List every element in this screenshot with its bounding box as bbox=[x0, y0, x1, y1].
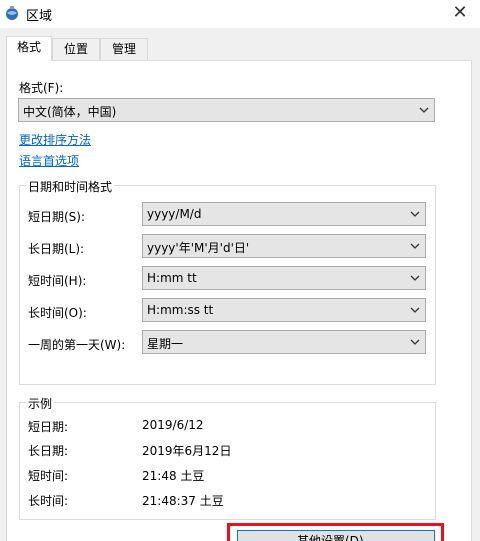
tab-administrative[interactable]: 管理 bbox=[100, 38, 148, 60]
short-date-value: yyyy/M/d bbox=[147, 207, 202, 221]
example-long-time-label: 长时间: bbox=[28, 494, 69, 508]
short-date-select[interactable]: yyyy/M/d bbox=[142, 202, 426, 226]
first-day-of-week-value: 星期一 bbox=[147, 337, 184, 351]
highlight-box bbox=[227, 523, 444, 541]
datetime-group-title: 日期和时间格式 bbox=[26, 178, 115, 195]
example-short-date-value: 2019/6/12 bbox=[142, 418, 204, 432]
long-date-select[interactable]: yyyy'年'M'月'd'日' bbox=[142, 234, 426, 258]
format-select[interactable]: 中文(简体，中国) bbox=[18, 98, 435, 122]
example-short-time-label: 短时间: bbox=[28, 469, 69, 483]
example-short-time-value: 21:48 土豆 bbox=[142, 469, 205, 483]
language-preferences-link[interactable]: 语言首选项 bbox=[19, 152, 79, 169]
first-day-of-week-label: 一周的第一天(W): bbox=[28, 338, 126, 352]
short-date-label: 短日期(S): bbox=[28, 210, 86, 224]
chevron-down-icon bbox=[410, 211, 420, 217]
long-date-label: 长日期(L): bbox=[28, 242, 85, 256]
tab-format[interactable]: 格式 bbox=[6, 36, 52, 61]
short-time-value: H:mm tt bbox=[147, 271, 197, 285]
close-icon: ✕ bbox=[452, 2, 468, 23]
first-day-of-week-select[interactable]: 星期一 bbox=[142, 330, 426, 354]
long-time-select[interactable]: H:mm:ss tt bbox=[142, 298, 426, 322]
format-select-value: 中文(简体，中国) bbox=[23, 105, 117, 119]
example-long-date-label: 长日期: bbox=[28, 444, 69, 458]
window-title: 区域 bbox=[26, 9, 53, 24]
short-time-label: 短时间(H): bbox=[28, 274, 87, 288]
chevron-down-icon bbox=[410, 243, 420, 249]
change-sort-method-link[interactable]: 更改排序方法 bbox=[19, 131, 91, 148]
title-bar: 区域 ✕ bbox=[0, 0, 480, 28]
example-short-date-label: 短日期: bbox=[28, 420, 69, 434]
tab-location[interactable]: 位置 bbox=[52, 38, 100, 60]
long-time-label: 长时间(O): bbox=[28, 306, 87, 320]
close-button[interactable]: ✕ bbox=[440, 0, 480, 28]
chevron-down-icon bbox=[419, 107, 429, 113]
short-time-select[interactable]: H:mm tt bbox=[142, 266, 426, 290]
long-date-value: yyyy'年'M'月'd'日' bbox=[147, 241, 250, 255]
examples-group-title: 示例 bbox=[26, 395, 55, 412]
long-time-value: H:mm:ss tt bbox=[147, 303, 214, 317]
chevron-down-icon bbox=[410, 307, 420, 313]
examples-group bbox=[19, 402, 436, 520]
chevron-down-icon bbox=[410, 339, 420, 345]
format-label: 格式(F): bbox=[19, 81, 64, 95]
example-long-time-value: 21:48:37 土豆 bbox=[142, 494, 224, 508]
chevron-down-icon bbox=[410, 275, 420, 281]
example-long-date-value: 2019年6月12日 bbox=[142, 444, 232, 458]
region-globe-icon bbox=[6, 6, 18, 20]
